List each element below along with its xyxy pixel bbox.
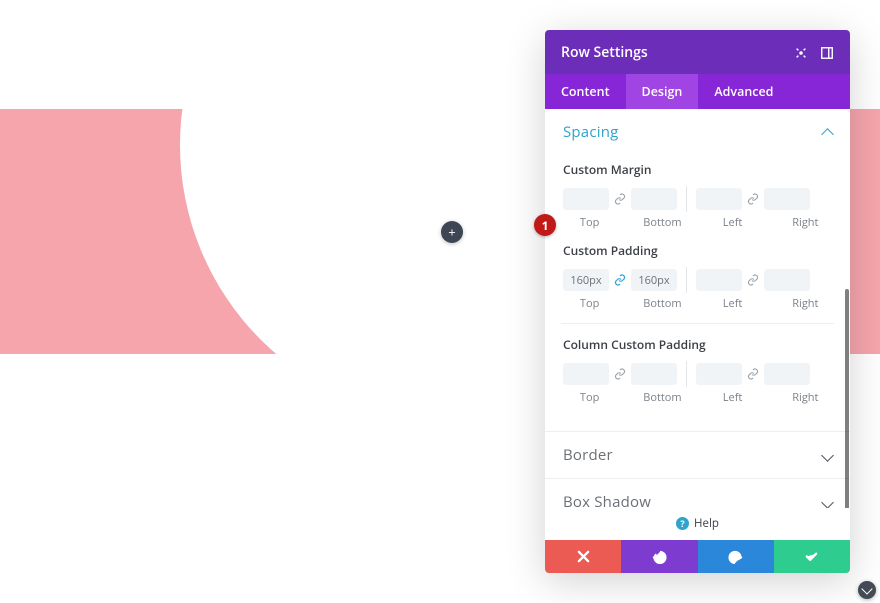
chevron-up-icon (821, 128, 834, 141)
panel-header[interactable]: Row Settings (545, 30, 850, 74)
link-icon[interactable] (609, 363, 631, 385)
margin-right-input[interactable] (764, 188, 810, 210)
custom-padding-row (563, 267, 832, 293)
help-label: Help (694, 516, 719, 531)
custom-margin-row (563, 186, 832, 212)
save-button[interactable] (774, 540, 850, 573)
redo-button[interactable] (698, 540, 774, 573)
plus-icon: + (448, 226, 455, 239)
separator (686, 361, 687, 387)
padding-bottom-input[interactable] (631, 269, 677, 291)
tab-design[interactable]: Design (626, 74, 699, 109)
column-custom-padding-label: Column Custom Padding (563, 336, 832, 353)
discard-button[interactable] (545, 540, 621, 573)
col-padding-axis-labels: Top Bottom Left Right (563, 390, 832, 405)
panel-action-bar (545, 540, 850, 573)
expand-icon[interactable] (794, 46, 808, 60)
col-padding-right-input[interactable] (764, 363, 810, 385)
chevron-down-icon (821, 496, 834, 508)
section-box-shadow-toggle[interactable]: Box Shadow (545, 479, 850, 508)
link-icon[interactable] (742, 363, 764, 385)
custom-padding-label: Custom Padding (563, 242, 832, 259)
col-padding-left-input[interactable] (696, 363, 742, 385)
link-icon[interactable] (609, 269, 631, 291)
link-icon[interactable] (742, 188, 764, 210)
help-icon: ? (676, 517, 689, 530)
padding-axis-labels: Top Bottom Left Right (563, 296, 832, 311)
add-module-button[interactable]: + (441, 221, 463, 243)
link-icon[interactable] (742, 269, 764, 291)
snap-panel-icon[interactable] (820, 46, 834, 60)
separator (686, 267, 687, 293)
panel-body[interactable]: Spacing Custom Margin (545, 109, 850, 508)
padding-left-input[interactable] (696, 269, 742, 291)
tab-content[interactable]: Content (545, 74, 626, 109)
margin-axis-labels: Top Bottom Left Right (563, 215, 832, 230)
separator (686, 186, 687, 212)
section-spacing-toggle[interactable]: Spacing (545, 109, 850, 155)
margin-top-input[interactable] (563, 188, 609, 210)
custom-margin-label: Custom Margin (563, 161, 832, 178)
padding-top-input[interactable] (563, 269, 609, 291)
padding-right-input[interactable] (764, 269, 810, 291)
column-padding-row (563, 361, 832, 387)
section-border-toggle[interactable]: Border (545, 432, 850, 478)
row-settings-panel: Row Settings Content Design Advanced Spa… (545, 30, 850, 573)
tab-advanced[interactable]: Advanced (698, 74, 789, 109)
chevron-down-icon (821, 449, 834, 462)
section-spacing: Spacing Custom Margin (545, 109, 850, 432)
callout-badge-1: 1 (534, 214, 556, 236)
col-padding-top-input[interactable] (563, 363, 609, 385)
help-bar[interactable]: ? Help (545, 508, 850, 540)
panel-title: Row Settings (561, 43, 648, 62)
section-box-shadow: Box Shadow (545, 479, 850, 508)
undo-button[interactable] (621, 540, 697, 573)
section-spacing-title: Spacing (563, 122, 618, 142)
margin-bottom-input[interactable] (631, 188, 677, 210)
col-padding-bottom-input[interactable] (631, 363, 677, 385)
settings-tabs: Content Design Advanced (545, 74, 850, 109)
scrollbar-thumb[interactable] (845, 289, 849, 508)
corner-expand-button[interactable] (858, 581, 876, 599)
section-border: Border (545, 432, 850, 479)
link-icon[interactable] (609, 188, 631, 210)
margin-left-input[interactable] (696, 188, 742, 210)
